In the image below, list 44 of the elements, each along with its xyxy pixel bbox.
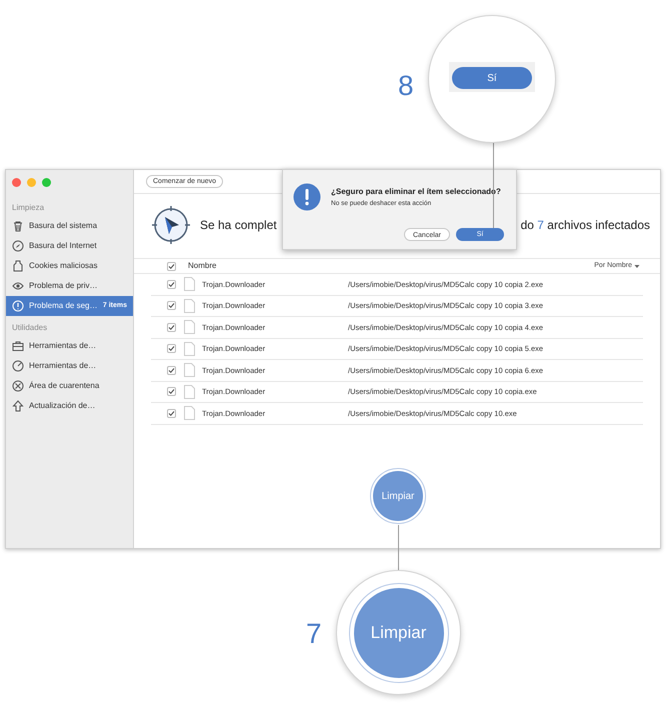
column-header[interactable]: Nombre: [188, 260, 594, 272]
heading-text: Se ha complet: [200, 217, 277, 234]
trash-icon: [12, 220, 24, 232]
gauge-icon: [12, 360, 24, 372]
section-label: Utilidades: [11, 322, 48, 334]
dialog-title: ¿Seguro para eliminar el ítem seleccionado?: [331, 186, 501, 198]
checkbox[interactable]: [167, 344, 176, 354]
checkbox[interactable]: [167, 322, 176, 332]
compass-icon: [12, 240, 24, 252]
step-number: 7: [306, 618, 322, 649]
checkbox[interactable]: [167, 366, 176, 375]
section-label: Limpieza: [11, 202, 46, 214]
sidebar-item[interactable]: Actualización de…: [6, 396, 133, 416]
checkbox[interactable]: [167, 408, 176, 418]
leader-line: [398, 525, 399, 570]
compass-icon: [150, 204, 192, 246]
sidebar-item[interactable]: Basura del sistema: [6, 216, 133, 236]
checkbox[interactable]: [167, 387, 176, 396]
heading-text: do 7 archivos infectados: [520, 217, 650, 234]
sidebar-item[interactable]: Problema de priv…: [6, 276, 133, 296]
step-number: 8: [398, 70, 414, 101]
confirm-button[interactable]: Sí: [452, 67, 532, 90]
exclamation-icon: [293, 183, 321, 211]
file-icon: [184, 298, 195, 313]
sidebar-item[interactable]: Herramientas de…: [6, 336, 133, 356]
checkbox[interactable]: [167, 280, 176, 289]
file-icon: [184, 320, 195, 334]
file-icon: [184, 384, 195, 399]
file-icon: [184, 342, 195, 356]
sidebar-item[interactable]: Herramientas de…: [6, 356, 133, 376]
eye-icon: [12, 280, 24, 292]
checkbox[interactable]: [167, 301, 176, 310]
jar-icon: [12, 260, 24, 272]
sidebar-item[interactable]: Basura del Internet: [6, 236, 133, 256]
caret-icon: [634, 264, 640, 268]
file-icon: [184, 277, 195, 292]
file-icon: [184, 363, 195, 378]
sidebar-item[interactable]: Cookies maliciosas: [6, 256, 133, 276]
file-icon: [184, 406, 195, 420]
sidebar-item[interactable]: Área de cuarentena: [6, 376, 133, 396]
briefcase-icon: [12, 340, 24, 352]
up-arrow-icon: [12, 400, 24, 412]
crossed-circle-icon: [12, 380, 24, 392]
checkbox[interactable]: [167, 262, 176, 270]
